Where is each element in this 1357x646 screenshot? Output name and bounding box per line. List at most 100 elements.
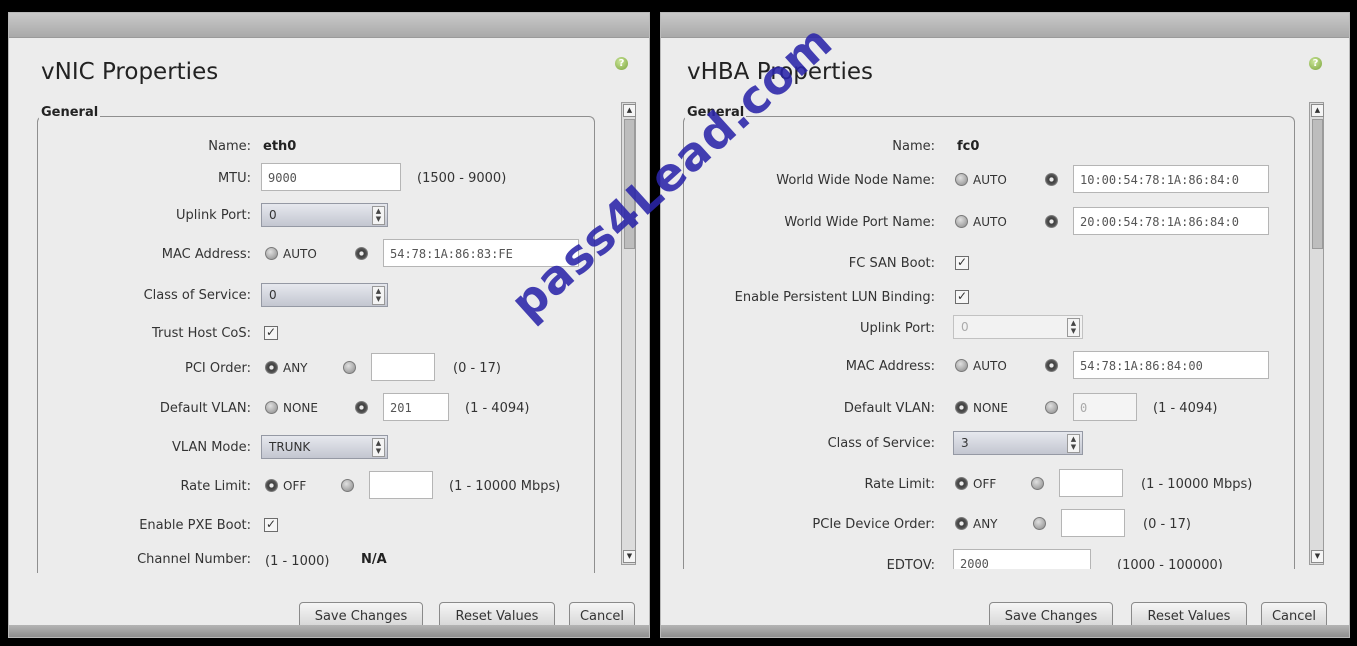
rate-limit-row: Rate Limit: OFF (1 - 10000 Mbps)	[661, 469, 1349, 499]
dialog-bottom-bar	[661, 625, 1349, 637]
mtu-input[interactable]: 9000	[261, 163, 401, 191]
lun-binding-row: Enable Persistent LUN Binding: ✓	[661, 285, 1349, 315]
default-vlan-label: Default VLAN:	[159, 401, 251, 416]
help-icon[interactable]: ?	[615, 57, 628, 70]
class-of-service-value: 0	[269, 288, 277, 302]
spinner-icon[interactable]: ▲ ▼	[372, 206, 385, 225]
pci-order-input[interactable]	[371, 353, 435, 381]
wwpn-manual-radio[interactable]	[1045, 215, 1058, 228]
rate-limit-input[interactable]	[369, 471, 433, 499]
spinner-icon[interactable]: ▲ ▼	[1067, 318, 1080, 337]
fc-san-boot-label: FC SAN Boot:	[848, 256, 935, 271]
uplink-port-label: Uplink Port:	[175, 208, 251, 223]
class-of-service-label: Class of Service:	[827, 436, 935, 451]
wwpn-auto-radio[interactable]	[955, 215, 968, 228]
uplink-port-value: 0	[961, 320, 969, 334]
class-of-service-value: 3	[961, 436, 969, 450]
mac-row: MAC Address: AUTO 54:78:1A:86:84:00	[661, 351, 1349, 381]
vlan-mode-select[interactable]: TRUNK ▲ ▼	[261, 435, 388, 459]
rate-off-label: OFF	[973, 477, 997, 491]
vlan-manual-radio[interactable]	[1045, 401, 1058, 414]
fc-san-boot-checkbox[interactable]: ✓	[955, 256, 969, 270]
pci-any-label: ANY	[283, 361, 308, 375]
mtu-range: (1500 - 9000)	[417, 171, 507, 186]
wwnn-row: World Wide Node Name: AUTO 10:00:54:78:1…	[661, 165, 1349, 195]
pcie-any-radio[interactable]	[955, 517, 968, 530]
name-value: eth0	[263, 139, 297, 154]
channel-number-range: (1 - 1000)	[265, 554, 330, 569]
pcie-order-row: PCIe Device Order: ANY (0 - 17)	[661, 509, 1349, 539]
vlan-none-label: NONE	[283, 401, 318, 415]
vlan-mode-row: VLAN Mode: TRUNK ▲ ▼	[9, 435, 649, 465]
pcie-device-order-input[interactable]	[1061, 509, 1125, 537]
mac-address-label: MAC Address:	[161, 247, 251, 262]
trust-host-cos-checkbox[interactable]: ✓	[264, 326, 278, 340]
vlan-none-radio[interactable]	[265, 401, 278, 414]
scroll-up-icon[interactable]: ▲	[623, 104, 636, 117]
dialog-titlebar[interactable]	[9, 13, 649, 38]
vlan-mode-value: TRUNK	[269, 440, 311, 454]
trust-host-cos-label: Trust Host CoS:	[151, 326, 251, 341]
vlan-manual-radio[interactable]	[355, 401, 368, 414]
pcie-device-order-range: (0 - 17)	[1143, 517, 1191, 532]
uplink-port-label: Uplink Port:	[859, 321, 935, 336]
help-icon[interactable]: ?	[1309, 57, 1322, 70]
persistent-lun-binding-label: Enable Persistent LUN Binding:	[734, 290, 935, 305]
scroll-up-icon[interactable]: ▲	[1311, 104, 1324, 117]
pci-manual-radio[interactable]	[343, 361, 356, 374]
fc-san-boot-row: FC SAN Boot: ✓	[661, 251, 1349, 281]
mac-manual-radio[interactable]	[355, 247, 368, 260]
mac-address-label: MAC Address:	[845, 359, 935, 374]
pci-any-radio[interactable]	[265, 361, 278, 374]
mac-manual-radio[interactable]	[1045, 359, 1058, 372]
dialog-bottom-bar	[9, 625, 649, 637]
uplink-port-select[interactable]: 0 ▲ ▼	[953, 315, 1083, 339]
uplink-port-select[interactable]: 0 ▲ ▼	[261, 203, 388, 227]
mtu-row: MTU: 9000 (1500 - 9000)	[9, 163, 649, 193]
mac-auto-radio[interactable]	[955, 359, 968, 372]
rate-manual-radio[interactable]	[341, 479, 354, 492]
rate-limit-input[interactable]	[1059, 469, 1123, 497]
wwnn-auto-radio[interactable]	[955, 173, 968, 186]
wwnn-manual-radio[interactable]	[1045, 173, 1058, 186]
rate-off-radio[interactable]	[265, 479, 278, 492]
mac-auto-radio[interactable]	[265, 247, 278, 260]
rate-off-label: OFF	[283, 479, 307, 493]
default-vlan-input[interactable]: 0	[1073, 393, 1137, 421]
mac-address-input[interactable]: 54:78:1A:86:84:00	[1073, 351, 1269, 379]
default-vlan-row: Default VLAN: NONE 201 (1 - 4094)	[9, 393, 649, 423]
mtu-label: MTU:	[217, 171, 251, 186]
vlan-none-radio[interactable]	[955, 401, 968, 414]
enable-pxe-boot-label: Enable PXE Boot:	[139, 518, 251, 533]
world-wide-port-name-label: World Wide Port Name:	[784, 215, 935, 230]
rate-limit-label: Rate Limit:	[864, 477, 935, 492]
default-vlan-input[interactable]: 201	[383, 393, 449, 421]
dialog-titlebar[interactable]	[661, 13, 1349, 38]
pcie-manual-radio[interactable]	[1033, 517, 1046, 530]
class-of-service-select[interactable]: 3 ▲ ▼	[953, 431, 1083, 455]
pcie-any-label: ANY	[973, 517, 998, 531]
pci-order-range: (0 - 17)	[453, 361, 501, 376]
class-of-service-select[interactable]: 0 ▲ ▼	[261, 283, 388, 307]
uplink-port-value: 0	[269, 208, 277, 222]
default-vlan-label: Default VLAN:	[843, 401, 935, 416]
rate-off-radio[interactable]	[955, 477, 968, 490]
spinner-icon[interactable]: ▲ ▼	[1067, 434, 1080, 453]
rate-manual-radio[interactable]	[1031, 477, 1044, 490]
class-of-service-label: Class of Service:	[143, 288, 251, 303]
world-wide-port-name-input[interactable]: 20:00:54:78:1A:86:84:0	[1073, 207, 1269, 235]
mac-auto-label: AUTO	[973, 359, 1007, 373]
persistent-lun-binding-checkbox[interactable]: ✓	[955, 290, 969, 304]
world-wide-node-name-input[interactable]: 10:00:54:78:1A:86:84:0	[1073, 165, 1269, 193]
uplink-row: Uplink Port: 0 ▲ ▼	[661, 315, 1349, 345]
spinner-icon[interactable]: ▲ ▼	[372, 286, 385, 305]
default-vlan-range: (1 - 4094)	[1153, 401, 1218, 416]
spinner-icon[interactable]: ▲ ▼	[372, 438, 385, 457]
rate-limit-range: (1 - 10000 Mbps)	[1141, 477, 1253, 492]
default-vlan-row: Default VLAN: NONE 0 (1 - 4094)	[661, 393, 1349, 423]
enable-pxe-boot-checkbox[interactable]: ✓	[264, 518, 278, 532]
pcie-device-order-label: PCIe Device Order:	[812, 517, 935, 532]
rate-limit-label: Rate Limit:	[180, 479, 251, 494]
cos-row: Class of Service: 3 ▲ ▼	[661, 431, 1349, 461]
channel-number-value: N/A	[361, 552, 387, 567]
